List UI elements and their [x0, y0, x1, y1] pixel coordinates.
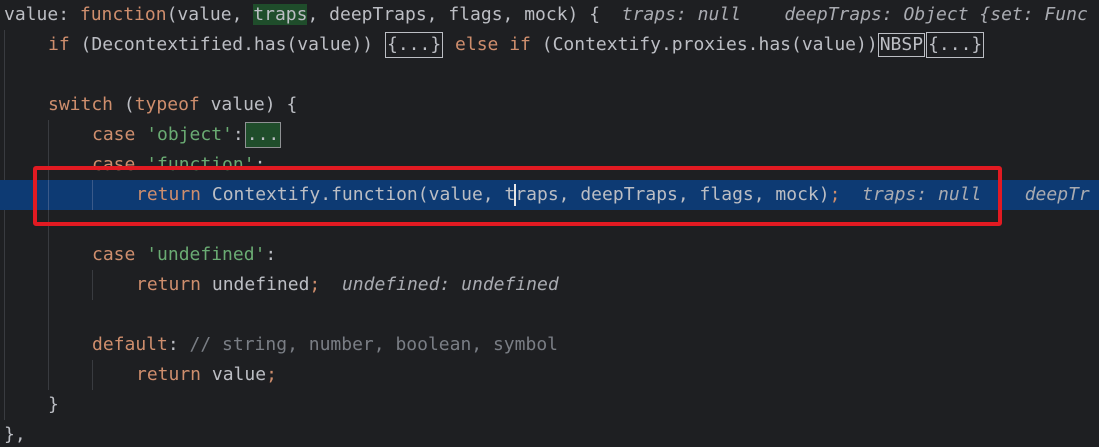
- nbsp-marker: NBSP: [877, 33, 926, 57]
- code-line[interactable]: }: [0, 390, 1099, 420]
- highlighted-identifier: traps: [253, 4, 308, 25]
- current-execution-line[interactable]: return Contextify.function(value, traps,…: [0, 180, 1099, 210]
- property-name: value: [4, 4, 59, 25]
- inline-value-hint: traps: null: [621, 4, 741, 25]
- folded-code-block[interactable]: {...}: [926, 32, 985, 58]
- code-line[interactable]: case 'object':...: [0, 120, 1099, 150]
- code-line[interactable]: default: // string, number, boolean, sym…: [0, 330, 1099, 360]
- inline-value-hint: traps: null: [862, 184, 982, 205]
- code-line[interactable]: case 'undefined':: [0, 240, 1099, 270]
- code-editor[interactable]: value: function(value, traps, deepTraps,…: [0, 0, 1099, 447]
- inline-value-hint: deepTr: [1024, 184, 1090, 205]
- inline-value-hint: deepTraps: Object {set: Func: [784, 4, 1088, 25]
- code-line[interactable]: },: [0, 420, 1099, 447]
- code-line[interactable]: return value;: [0, 360, 1099, 390]
- indent-guide: [92, 180, 93, 210]
- code-line[interactable]: if (Decontextified.has(value)) {...} els…: [0, 30, 1099, 60]
- code-line[interactable]: case 'function':: [0, 150, 1099, 180]
- code-line[interactable]: return undefined; undefined: undefined: [0, 270, 1099, 300]
- folded-code-block[interactable]: ...: [244, 122, 282, 148]
- folded-code-block[interactable]: {...}: [384, 32, 444, 58]
- code-comment: // string, number, boolean, symbol: [178, 334, 558, 355]
- inline-value-hint: undefined: undefined: [341, 274, 559, 295]
- indent-guide: [48, 180, 49, 210]
- code-line[interactable]: switch (typeof value) {: [0, 90, 1099, 120]
- code-line[interactable]: value: function(value, traps, deepTraps,…: [0, 0, 1099, 30]
- function-keyword: function: [79, 4, 167, 25]
